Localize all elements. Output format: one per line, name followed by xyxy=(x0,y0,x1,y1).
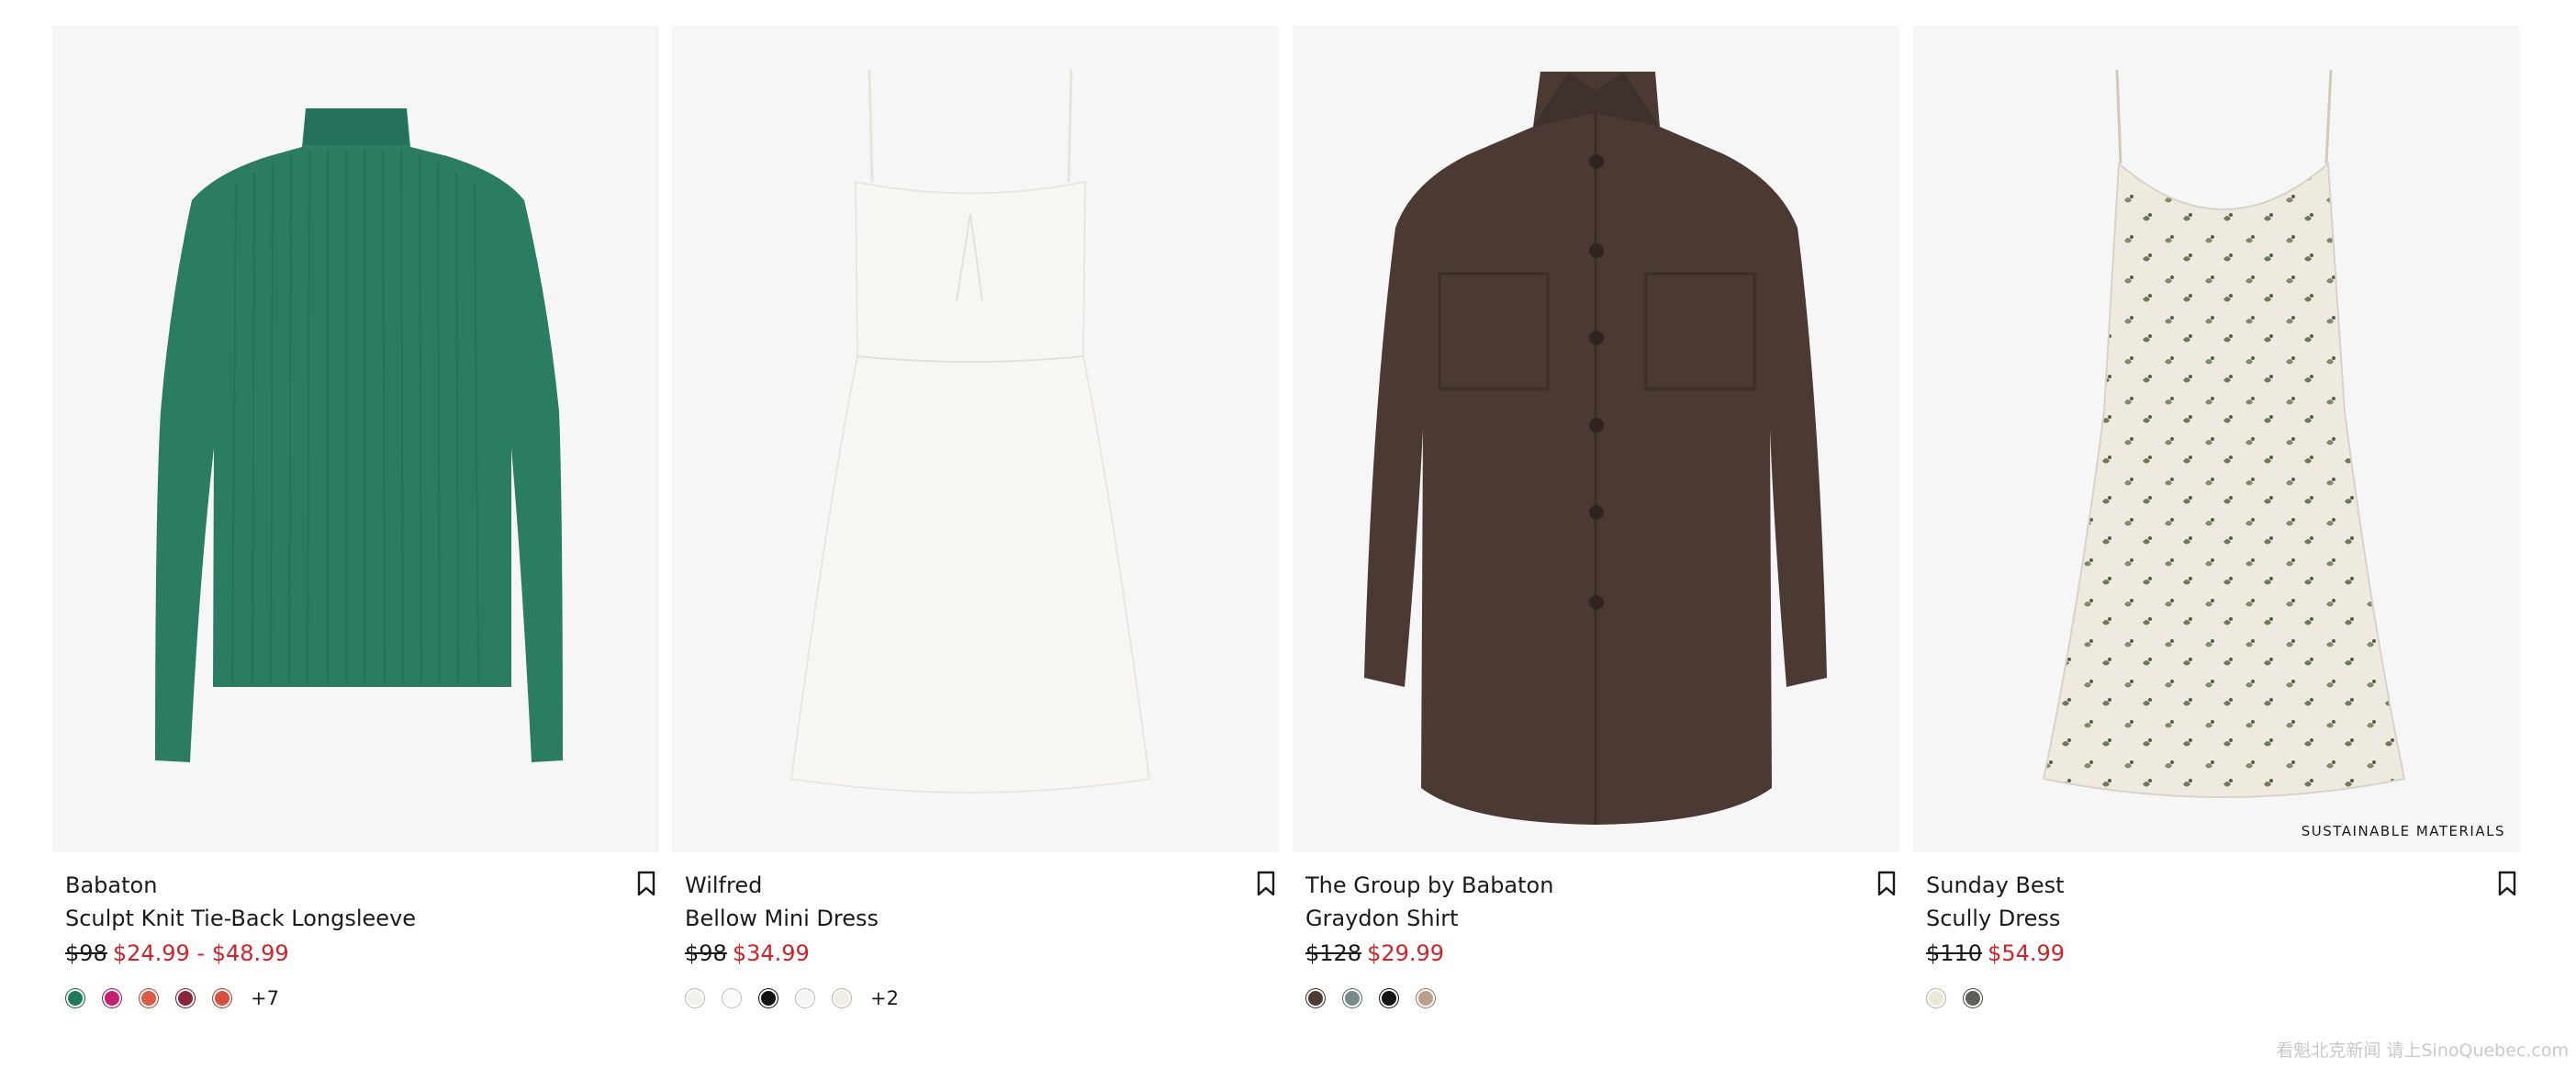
more-colors-link[interactable]: +2 xyxy=(870,987,899,1009)
product-image[interactable] xyxy=(1293,26,1899,852)
collar xyxy=(304,108,409,145)
color-swatch[interactable] xyxy=(722,988,742,1008)
product-grid: Babaton Sculpt Knit Tie-Back Longsleeve … xyxy=(52,26,2520,1036)
original-price: $98 xyxy=(685,940,727,966)
dress-shape xyxy=(2042,161,2406,798)
strap xyxy=(2324,69,2333,164)
product-brand: Babaton xyxy=(65,872,158,898)
product-info: Wilfred Bellow Mini Dress $98 $34.99 +2 xyxy=(685,869,1272,1012)
strap xyxy=(1067,69,1073,183)
floral-dress-image xyxy=(2042,69,2406,798)
color-swatches xyxy=(1926,985,2514,1012)
original-price: $128 xyxy=(1305,940,1362,966)
color-swatch[interactable] xyxy=(102,988,122,1008)
product-name-link[interactable]: Graydon Shirt xyxy=(1305,902,1893,935)
product-card: SUSTAINABLE MATERIALS Sunday Best Scully… xyxy=(1913,26,2520,1027)
more-colors-link[interactable]: +7 xyxy=(251,987,279,1009)
color-swatch[interactable] xyxy=(1416,988,1436,1008)
product-price: $128 $29.99 xyxy=(1305,935,1893,972)
product-info: The Group by Babaton Graydon Shirt $128 $… xyxy=(1305,869,1893,1012)
color-swatch[interactable] xyxy=(175,988,196,1008)
sweater-shape xyxy=(155,108,563,762)
product-name-link[interactable]: Bellow Mini Dress xyxy=(685,902,1272,935)
original-price: $110 xyxy=(1926,940,1983,966)
product-image[interactable] xyxy=(672,26,1279,852)
color-swatch[interactable] xyxy=(1305,988,1326,1008)
white-dress-image xyxy=(790,69,1151,793)
color-swatch[interactable] xyxy=(1963,988,1983,1008)
product-card: Babaton Sculpt Knit Tie-Back Longsleeve … xyxy=(52,26,659,1027)
sale-price: $24.99 - $48.99 xyxy=(112,940,289,966)
product-brand: Wilfred xyxy=(685,872,763,898)
product-brand: Sunday Best xyxy=(1926,872,2065,898)
color-swatch[interactable] xyxy=(832,988,852,1008)
color-swatches: +7 xyxy=(65,985,653,1012)
product-name-link[interactable]: Sculpt Knit Tie-Back Longsleeve xyxy=(65,902,653,935)
green-longsleeve-image xyxy=(155,108,563,762)
color-swatch[interactable] xyxy=(1379,988,1399,1008)
sale-price: $54.99 xyxy=(1988,940,2066,966)
color-swatch[interactable] xyxy=(65,988,85,1008)
product-price: $110 $54.99 xyxy=(1926,935,2514,972)
sustainable-badge: SUSTAINABLE MATERIALS xyxy=(2301,823,2505,839)
product-price: $98 $34.99 xyxy=(685,935,1272,972)
color-swatch[interactable] xyxy=(795,988,815,1008)
brown-shirt-image xyxy=(1364,72,1827,825)
product-info: Babaton Sculpt Knit Tie-Back Longsleeve … xyxy=(65,869,653,1012)
color-swatch[interactable] xyxy=(212,988,232,1008)
product-card: Wilfred Bellow Mini Dress $98 $34.99 +2 xyxy=(672,26,1279,1027)
product-name-link[interactable]: Scully Dress xyxy=(1926,902,2514,935)
strap xyxy=(2115,69,2122,164)
color-swatch[interactable] xyxy=(685,988,705,1008)
product-image[interactable]: SUSTAINABLE MATERIALS xyxy=(1913,26,2520,852)
product-info: Sunday Best Scully Dress $110 $54.99 xyxy=(1926,869,2514,1012)
watermark: 看魁北克新闻 请上SinoQuebec.com xyxy=(2276,1041,2569,1061)
dress-shape xyxy=(790,180,1151,793)
color-swatch[interactable] xyxy=(758,988,778,1008)
color-swatch[interactable] xyxy=(1342,988,1362,1008)
product-price: $98 $24.99 - $48.99 xyxy=(65,935,653,972)
sale-price: $29.99 xyxy=(1367,940,1445,966)
original-price: $98 xyxy=(65,940,107,966)
product-image[interactable] xyxy=(52,26,659,852)
product-card: The Group by Babaton Graydon Shirt $128 $… xyxy=(1293,26,1899,1027)
sale-price: $34.99 xyxy=(732,940,810,966)
color-swatches: +2 xyxy=(685,985,1272,1012)
color-swatch[interactable] xyxy=(139,988,159,1008)
color-swatch[interactable] xyxy=(1926,988,1946,1008)
strap xyxy=(868,69,874,183)
color-swatches xyxy=(1305,985,1893,1012)
product-brand: The Group by Babaton xyxy=(1305,872,1554,898)
